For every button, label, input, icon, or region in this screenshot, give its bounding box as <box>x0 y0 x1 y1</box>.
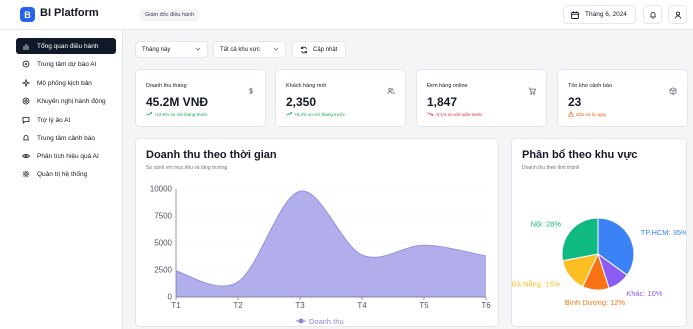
trend-up-icon <box>286 111 292 118</box>
region-filter[interactable]: Tất cả khu vực <box>213 41 286 58</box>
x-tick-label: T2 <box>233 301 243 310</box>
kpi-change: +8.2% so với tháng trước <box>286 111 345 118</box>
trend-up-icon <box>146 111 152 118</box>
kpi-label: Tồn kho cảnh báo <box>568 83 613 89</box>
sparkle-icon <box>22 79 30 87</box>
gear-icon <box>22 170 30 178</box>
target-icon <box>22 97 30 105</box>
sidebar-item-chart[interactable]: Tổng quan điều hành <box>16 38 116 54</box>
kpi-card: Doanh thu tháng 45.2M VNĐ +12.5% so với th… <box>135 69 266 127</box>
forecast-icon <box>22 60 30 68</box>
warning-icon <box>567 110 575 118</box>
cart-icon <box>528 82 537 100</box>
y-tick-label: 5000 <box>154 239 172 248</box>
notifications-button[interactable] <box>643 5 662 24</box>
region-chart-subtitle: Doanh thu theo tỉnh thành <box>522 165 580 171</box>
kpi-card: Khách hàng mới 2,350 +8.2% so với tháng tr… <box>275 69 406 127</box>
calendar-icon <box>571 10 579 19</box>
x-tick-label: T3 <box>295 301 305 310</box>
kpi-value: 23 <box>568 95 582 109</box>
pie-label: Đà Nẵng: 15% <box>512 279 560 288</box>
refresh-button[interactable]: Cập nhật <box>292 41 346 58</box>
chevron-down-icon <box>273 47 279 51</box>
kpi-value: 2,350 <box>286 95 317 109</box>
pie-slice <box>561 217 599 262</box>
x-tick-label: T4 <box>357 301 367 310</box>
y-tick-label: 2500 <box>154 266 172 275</box>
y-tick-label: 10000 <box>150 185 173 194</box>
pie-label: Bình Dương: 12% <box>565 298 626 307</box>
kpi-change: +12.5% so với tháng trước <box>146 111 208 118</box>
sidebar-item-label: Quản trị hệ thống <box>37 170 88 178</box>
kpi-card: Tồn kho cảnh báo 23 Cần xử lý ngay <box>557 69 688 127</box>
y-tick-label: 7500 <box>154 212 172 221</box>
kpi-value: 45.2M VNĐ <box>146 95 209 109</box>
pie-label: TP.HCM: 35% <box>641 228 686 237</box>
trend-down-icon <box>427 111 433 118</box>
x-tick-label: T1 <box>171 301 181 310</box>
sidebar-item-gear[interactable]: Quản trị hệ thống <box>16 166 116 182</box>
chart-icon <box>22 42 30 50</box>
eye-icon <box>22 152 30 160</box>
kpi-change-text: -3.1% so với tuần trước <box>435 112 483 117</box>
bell-icon <box>649 11 656 19</box>
sidebar-item-forecast[interactable]: Trung tâm dự báo AI <box>16 56 116 72</box>
period-filter-value: Tháng này <box>142 46 171 53</box>
period-filter[interactable]: Tháng này <box>135 41 208 58</box>
kpi-card: Đơn hàng online 1,847 -3.1% so với tuần tr… <box>416 69 547 127</box>
kpi-change: -3.1% so với tuần trước <box>427 111 482 118</box>
logo-icon: B <box>20 7 35 22</box>
refresh-icon <box>301 46 307 53</box>
region-pie-chart: TP.HCM: 35% Khác: 10%Bình Dương: 12% Đà Nẵ… <box>512 217 686 307</box>
region-chart-title: Phân bổ theo khu vực <box>522 149 638 161</box>
kpi-change: Cần xử lý ngay <box>567 110 607 118</box>
x-tick-label: T5 <box>419 301 429 310</box>
box-icon <box>669 82 677 100</box>
sidebar-item-target[interactable]: Khuyến nghị hành động <box>16 93 116 109</box>
sidebar-item-label: Trung tâm cảnh báo <box>37 134 95 142</box>
top-bar: B BI Platform Giám đốc điều hành Tháng 6… <box>0 0 693 30</box>
sidebar-item-label: Phân tích hiệu quả AI <box>37 152 99 160</box>
brand-name: BI Platform <box>40 7 99 19</box>
revenue-chart-subtitle: So sánh với mục tiêu và tăng trưởng <box>146 165 228 171</box>
date-label: Tháng 6, 2024 <box>585 11 627 18</box>
refresh-label: Cập nhật <box>313 46 338 53</box>
sidebar-item-label: Mô phỏng kịch bản <box>37 79 92 87</box>
x-tick-label: T6 <box>481 301 491 310</box>
kpi-label: Đơn hàng online <box>427 83 468 89</box>
region-filter-value: Tất cả khu vực <box>220 46 260 53</box>
revenue-area-chart: 025005000750010000T1 T2 T3 T4 T5 T6Doanh thu <box>150 185 491 327</box>
kpi-change-text: +8.2% so với tháng trước <box>294 112 346 117</box>
sidebar-item-eye[interactable]: Phân tích hiệu quả AI <box>16 148 116 164</box>
sidebar-item-label: Trung tâm dự báo AI <box>37 60 97 68</box>
pie-label: Nội: 28% <box>531 219 562 228</box>
sidebar-item-chat[interactable]: Trợ lý ảo AI <box>16 112 116 128</box>
sidebar-item-bell[interactable]: Trung tâm cảnh báo <box>16 130 116 146</box>
chevron-down-icon <box>195 47 201 51</box>
kpi-change-text: Cần xử lý ngay <box>576 112 607 117</box>
users-icon <box>387 82 395 100</box>
user-menu-button[interactable] <box>668 5 687 24</box>
pie-label: Khác: 10% <box>626 289 663 298</box>
kpi-value: 1,847 <box>427 95 458 109</box>
sidebar-item-label: Khuyến nghị hành động <box>37 97 106 105</box>
user-icon <box>674 11 681 19</box>
bell-icon <box>22 134 30 142</box>
revenue-chart-card: Doanh thu theo thời gian So sánh với mục… <box>135 138 499 327</box>
legend-label: Doanh thu <box>309 317 344 326</box>
dollar-icon <box>247 82 255 100</box>
kpi-label: Doanh thu tháng <box>146 83 187 89</box>
revenue-area <box>176 190 486 297</box>
sidebar-item-label: Tổng quan điều hành <box>37 42 99 50</box>
revenue-chart-title: Doanh thu theo thời gian <box>146 149 277 161</box>
sidebar-item-sparkle[interactable]: Mô phỏng kịch bản <box>16 75 116 91</box>
date-picker-button[interactable]: Tháng 6, 2024 <box>563 5 636 24</box>
kpi-change-text: +12.5% so với tháng trước <box>154 112 208 117</box>
chat-icon <box>22 116 30 124</box>
region-chart-card: Phân bổ theo khu vực Doanh thu theo tỉnh… <box>511 138 687 327</box>
sidebar-item-label: Trợ lý ảo AI <box>37 116 71 124</box>
kpi-label: Khách hàng mới <box>286 83 327 89</box>
role-badge: Giám đốc điều hành <box>140 9 200 21</box>
